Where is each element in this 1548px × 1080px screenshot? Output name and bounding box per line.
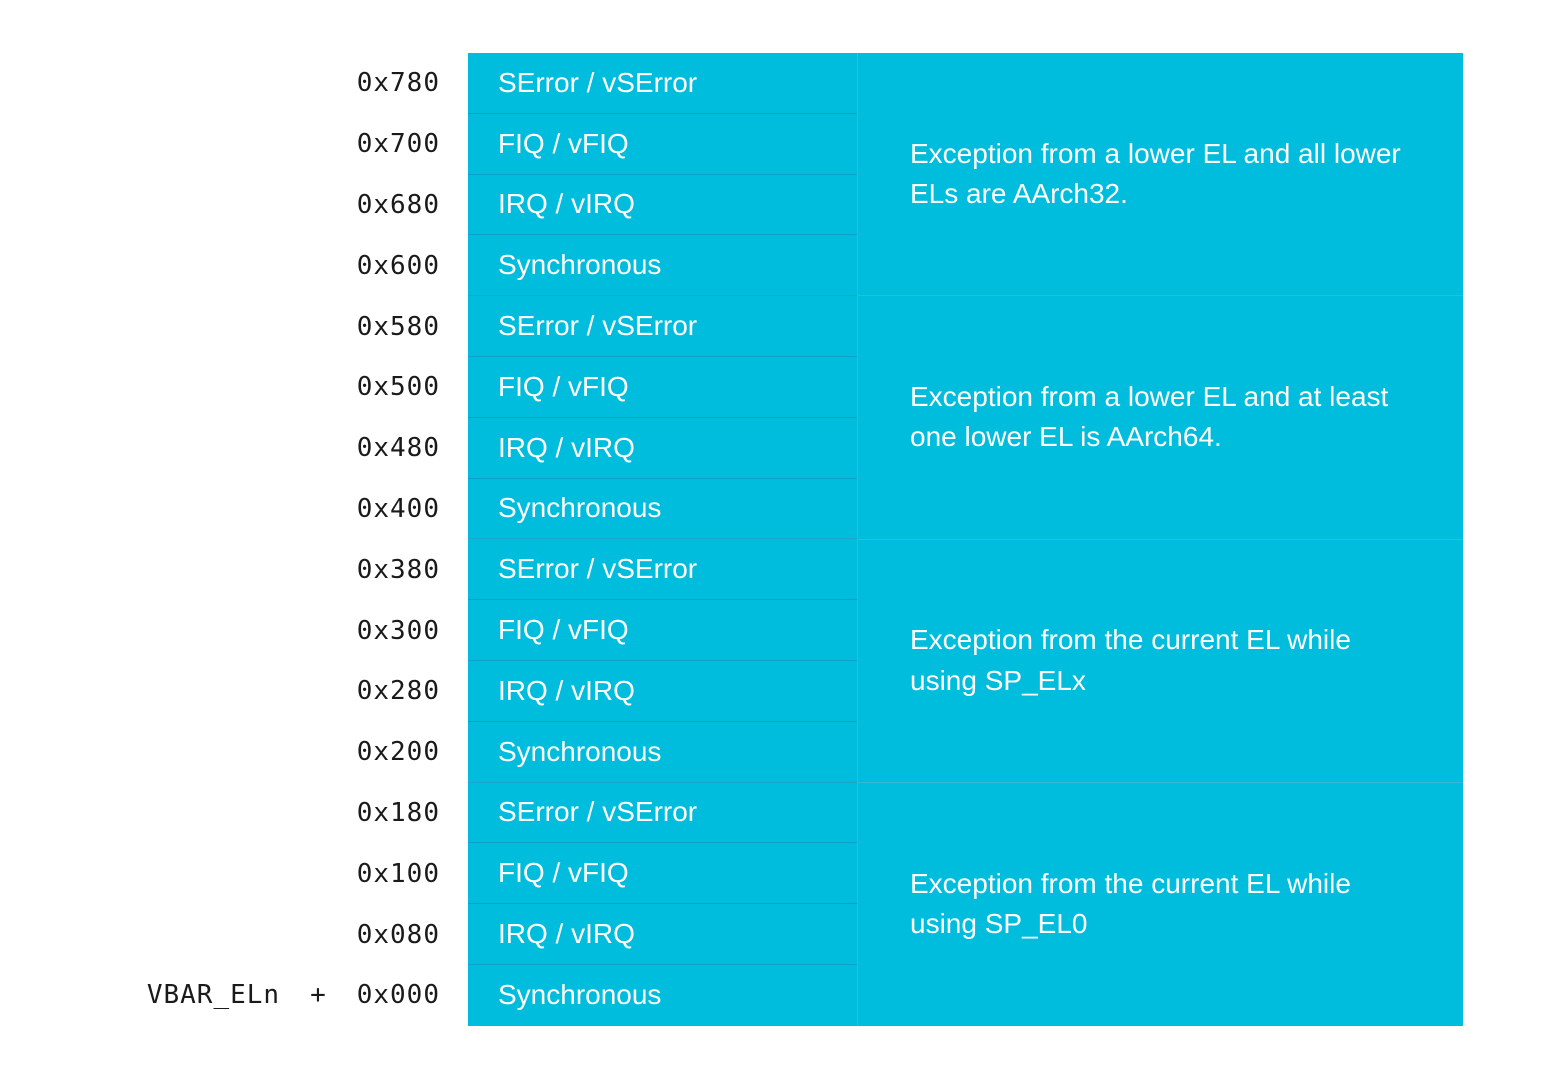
offset-row: 0x080 [90, 904, 468, 965]
offset-row: 0x680 [90, 175, 468, 236]
vector-entry-row: FIQ / vFIQ [468, 843, 857, 905]
plus-sign: + [310, 980, 327, 1011]
offset-row: 0x280 [90, 661, 468, 722]
vector-entry-label: FIQ / vFIQ [498, 127, 629, 159]
offset-row: 0x600 [90, 235, 468, 296]
offset-value: 0x300 [356, 615, 440, 646]
offset-value: 0x400 [356, 493, 440, 524]
offset-labels-column: 0x780 0x700 0x680 0x600 0x580 0x500 0x480 0x400… [90, 53, 468, 1026]
vector-entry-row: Synchronous [468, 479, 857, 540]
vector-entry-label: Synchronous [498, 979, 662, 1011]
offset-value: 0x780 [356, 68, 440, 99]
vector-entry-label: SError / vSError [498, 66, 698, 98]
exception-group-description: Exception from the current EL while usin… [910, 624, 1351, 696]
offset-value: 0x200 [356, 737, 440, 768]
offset-value: 0x580 [356, 311, 440, 342]
offset-value: 0x500 [356, 372, 440, 403]
vector-entry-row: IRQ / vIRQ [468, 661, 857, 722]
offset-value: 0x700 [356, 129, 440, 160]
offset-row: VBAR_ELn +0x000 [90, 965, 468, 1026]
vector-entry-row: IRQ / vIRQ [468, 904, 857, 965]
vector-entries-column: SError / vSError FIQ / vFIQ IRQ / vIRQ Sync… [468, 53, 858, 1026]
exception-group-descriptions-column: Exception from a lower EL and all lower … [858, 53, 1463, 1026]
vector-entry-label: FIQ / vFIQ [498, 614, 629, 646]
exception-group-block: Exception from a lower EL and at least o… [858, 296, 1463, 540]
vbar-base-label: VBAR_ELn [146, 980, 281, 1011]
vector-entry-label: SError / vSError [498, 553, 698, 585]
exception-group-description: Exception from a lower EL and at least o… [910, 380, 1389, 453]
offset-value: 0x680 [356, 189, 440, 220]
vector-entry-label: Synchronous [498, 249, 662, 281]
offset-value: 0x280 [356, 676, 440, 707]
vector-entry-label: SError / vSError [498, 310, 698, 342]
vector-entry-label: IRQ / vIRQ [498, 188, 635, 220]
offset-value: 0x000 [356, 980, 440, 1011]
offset-row: 0x700 [90, 114, 468, 175]
vector-entry-row: SError / vSError [468, 783, 857, 844]
vector-entry-row: FIQ / vFIQ [468, 114, 857, 175]
offset-value: 0x480 [356, 433, 440, 464]
vector-entry-row: IRQ / vIRQ [468, 175, 857, 236]
offset-row: 0x100 [90, 843, 468, 904]
offset-row: 0x380 [90, 539, 468, 600]
vector-entry-row: Synchronous [468, 965, 857, 1026]
vector-entry-row: SError / vSError [468, 296, 857, 357]
exception-group-block: Exception from the current EL while usin… [858, 540, 1463, 783]
exception-group-block: Exception from a lower EL and all lower … [858, 53, 1463, 297]
offset-value: 0x100 [356, 858, 440, 889]
vector-entry-row: SError / vSError [468, 53, 857, 114]
vector-entry-label: IRQ / vIRQ [498, 674, 635, 706]
offset-row: 0x180 [90, 783, 468, 844]
offset-row: 0x200 [90, 722, 468, 783]
exception-group-description: Exception from the current EL while usin… [910, 867, 1351, 940]
vector-entry-label: Synchronous [498, 735, 662, 767]
vector-entry-label: IRQ / vIRQ [498, 431, 635, 463]
vector-entry-row: Synchronous [468, 722, 857, 783]
vector-entry-label: FIQ / vFIQ [498, 370, 629, 402]
offset-value: 0x080 [356, 919, 440, 950]
vector-entry-label: Synchronous [498, 492, 662, 524]
offset-value: 0x380 [356, 554, 440, 585]
exception-group-block: Exception from the current EL while usin… [858, 783, 1463, 1026]
vector-entry-row: SError / vSError [468, 539, 857, 601]
offset-row: 0x400 [90, 479, 468, 540]
exception-group-description: Exception from a lower EL and all lower … [910, 137, 1401, 210]
vector-entry-label: FIQ / vFIQ [498, 857, 629, 889]
vector-entry-row: Synchronous [468, 235, 857, 297]
offset-row: 0x780 [90, 53, 468, 114]
offset-row: 0x580 [90, 296, 468, 357]
exception-vector-table: SError / vSError FIQ / vFIQ IRQ / vIRQ Sync… [468, 53, 1463, 1026]
vector-entry-label: SError / vSError [498, 796, 698, 828]
vector-entry-label: IRQ / vIRQ [498, 918, 635, 950]
vector-entry-row: IRQ / vIRQ [468, 418, 857, 479]
offset-row: 0x500 [90, 357, 468, 418]
vector-entry-row: FIQ / vFIQ [468, 600, 857, 661]
vector-entry-row: FIQ / vFIQ [468, 357, 857, 418]
offset-row: 0x480 [90, 418, 468, 479]
offset-value: 0x600 [356, 250, 440, 281]
offset-value: 0x180 [356, 797, 440, 828]
offset-row: 0x300 [90, 600, 468, 661]
